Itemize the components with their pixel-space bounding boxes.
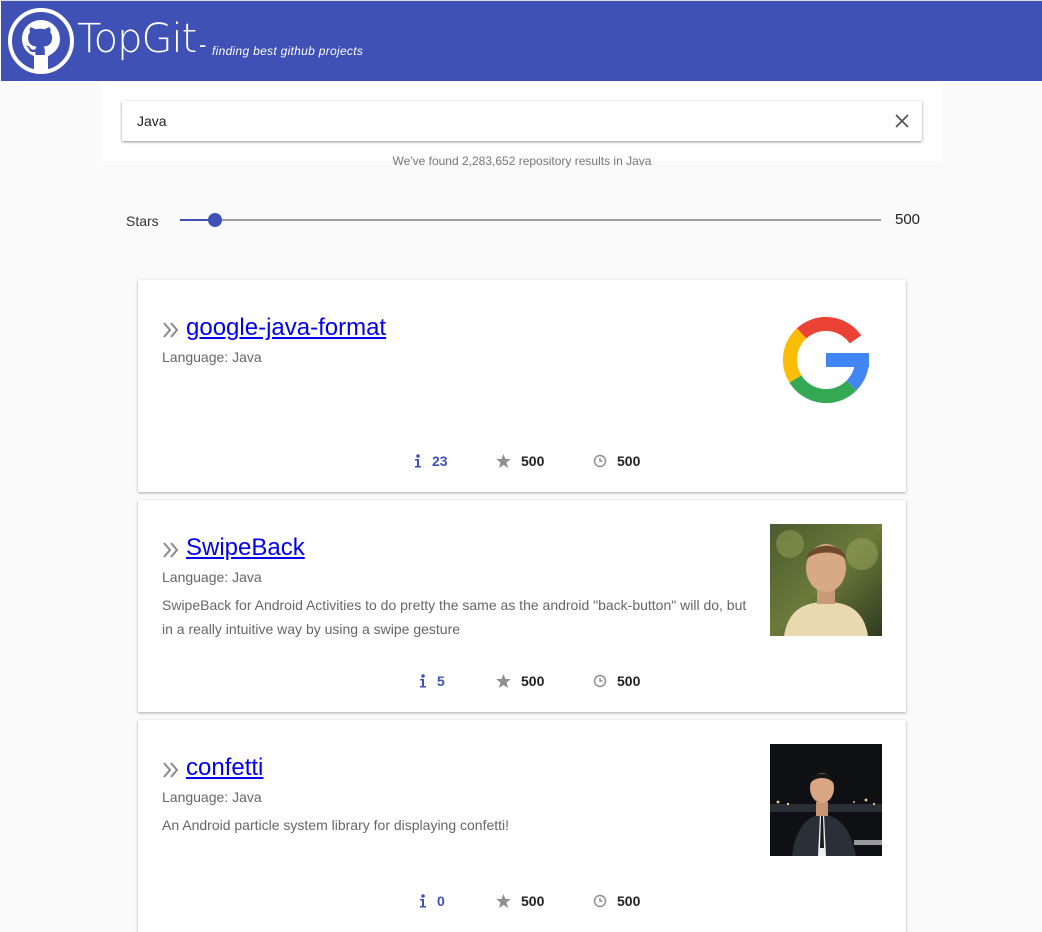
owner-avatar-photo[interactable]	[770, 524, 882, 636]
watchers-stat[interactable]: 500	[593, 671, 640, 691]
close-icon[interactable]	[892, 111, 912, 131]
watchers-count: 500	[617, 673, 641, 689]
brand-name[interactable]: TopGit	[77, 15, 197, 63]
issues-count: 5	[437, 673, 445, 689]
clock-icon	[593, 674, 607, 688]
stars-stat[interactable]: 500	[496, 891, 544, 911]
stars-count: 500	[521, 893, 545, 909]
brand-separator: -	[199, 32, 207, 57]
stars-value: 500	[895, 211, 921, 228]
double-chevron-icon	[163, 542, 179, 558]
stars-count: 500	[521, 453, 545, 469]
info-icon	[420, 894, 426, 908]
repo-card: google-java-format Language: Java 23 500…	[138, 280, 906, 492]
repo-name-link[interactable]: confetti	[186, 754, 263, 782]
repo-card: confetti Language: Java An Android parti…	[138, 720, 906, 932]
repo-language: Language: Java	[162, 349, 262, 365]
repo-stats: 0 500 500	[138, 891, 906, 911]
double-chevron-icon	[163, 762, 179, 778]
owner-avatar-photo[interactable]	[770, 744, 882, 856]
watchers-stat[interactable]: 500	[593, 891, 640, 911]
result-count-text: We've found 2,283,652 repository results…	[392, 154, 652, 168]
repo-language: Language: Java	[162, 789, 262, 805]
clock-icon	[593, 894, 607, 908]
search-panel	[102, 81, 942, 161]
slider-track[interactable]	[180, 219, 881, 221]
search-box	[122, 101, 922, 141]
stars-filter-label: Stars	[126, 213, 159, 229]
tagline: finding best github projects	[212, 44, 364, 58]
watchers-count: 500	[617, 893, 641, 909]
repo-stats: 5 500 500	[138, 671, 906, 691]
stars-stat[interactable]: 500	[496, 671, 544, 691]
repo-description: SwipeBack for Android Activities to do p…	[162, 597, 747, 637]
double-chevron-icon	[163, 322, 179, 338]
repo-card: SwipeBack Language: Java SwipeBack for A…	[138, 500, 906, 712]
repo-name-link[interactable]: google-java-format	[186, 314, 386, 342]
issues-stat[interactable]: 5	[419, 671, 445, 691]
info-icon	[415, 454, 421, 468]
issues-count: 0	[437, 893, 445, 909]
issues-stat[interactable]: 0	[419, 891, 445, 911]
clock-icon	[593, 454, 607, 468]
stars-stat[interactable]: 500	[496, 451, 544, 471]
star-icon	[496, 454, 511, 468]
github-octocat-icon[interactable]	[7, 7, 75, 75]
repo-description: An Android particle system library for d…	[162, 817, 510, 833]
stars-count: 500	[521, 673, 545, 689]
issues-count: 23	[432, 453, 448, 469]
repo-language: Language: Java	[162, 569, 262, 585]
stars-slider[interactable]	[180, 212, 881, 228]
watchers-stat[interactable]: 500	[593, 451, 640, 471]
app-header: TopGit - finding best github projects	[1, 1, 1042, 81]
slider-thumb[interactable]	[208, 213, 223, 227]
watchers-count: 500	[617, 453, 641, 469]
repo-stats: 23 500 500	[138, 451, 906, 471]
search-input[interactable]	[122, 101, 862, 141]
repo-name-link[interactable]: SwipeBack	[186, 534, 305, 562]
info-icon	[420, 674, 426, 688]
star-icon	[496, 674, 511, 688]
star-icon	[496, 894, 511, 908]
google-logo[interactable]	[770, 304, 882, 416]
issues-stat[interactable]: 23	[414, 451, 448, 471]
